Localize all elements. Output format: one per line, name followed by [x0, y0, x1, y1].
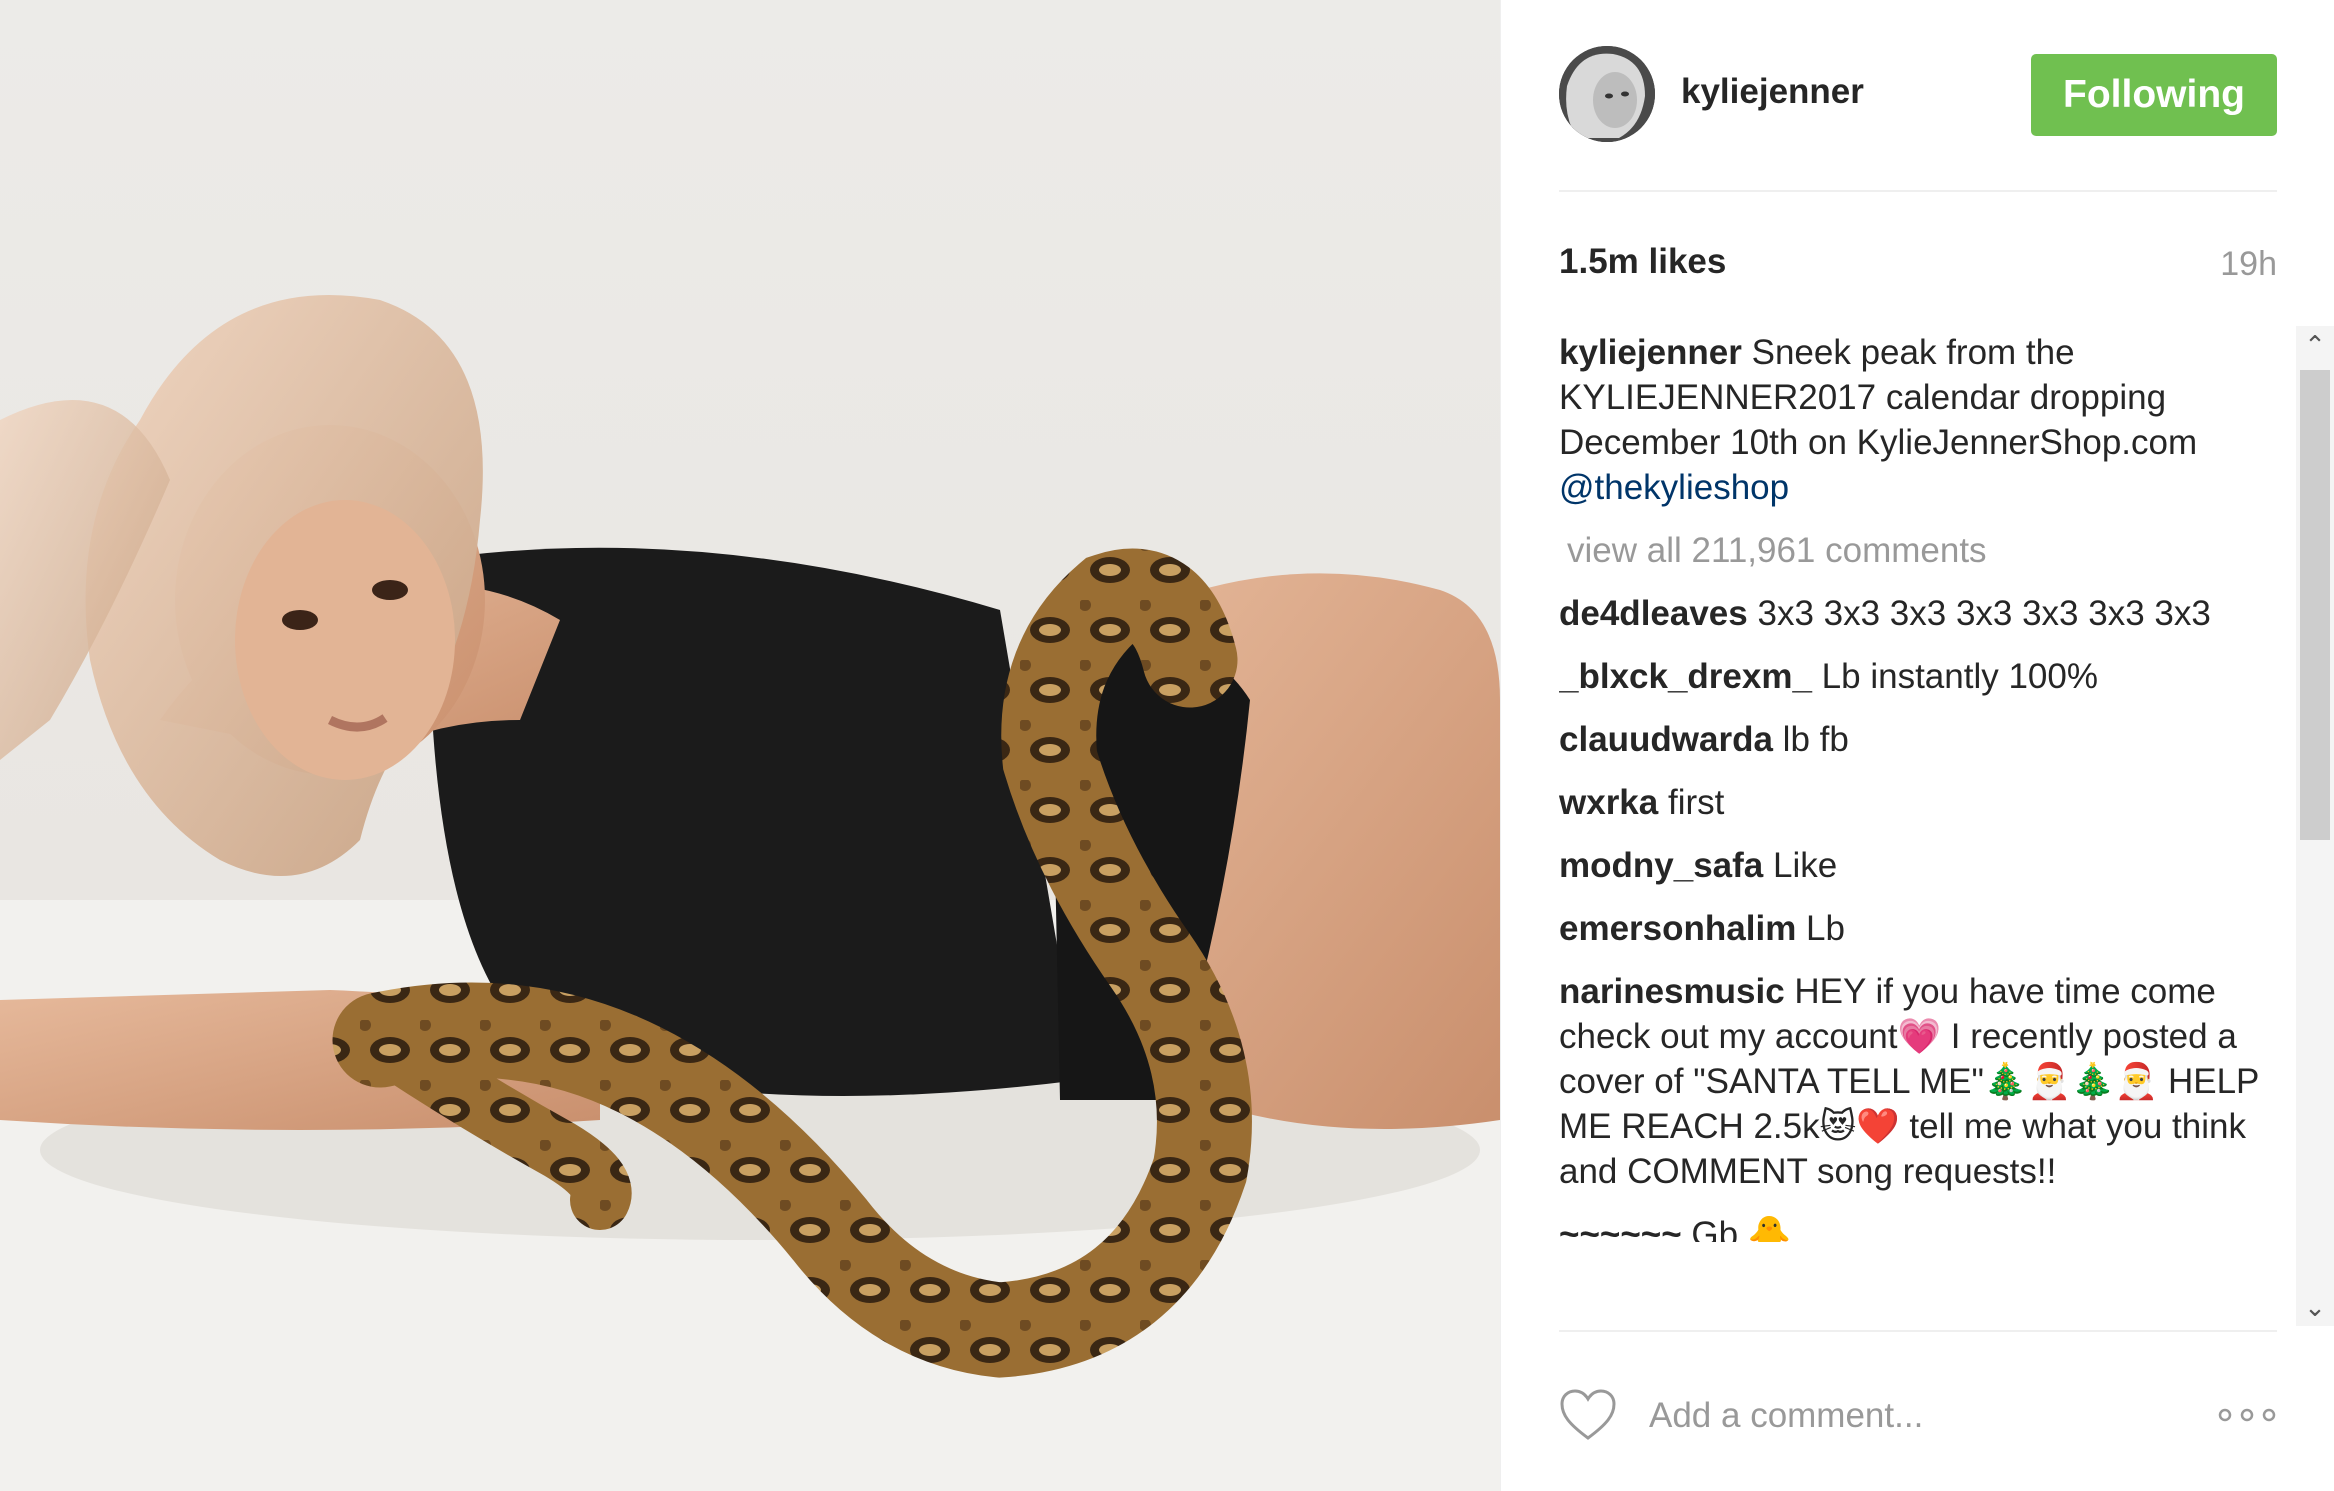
comment-text: lb fb: [1772, 720, 1849, 759]
chevron-down-icon[interactable]: ⌄: [2296, 1288, 2334, 1326]
comment-text: Lb instantly 100%: [1811, 657, 2098, 696]
comment-item: narinesmusic HEY if you have time come c…: [1559, 969, 2277, 1194]
comment-item: de4dleaves 3x3 3x3 3x3 3x3 3x3 3x3 3x3: [1559, 591, 2277, 636]
like-count[interactable]: 1.5m likes: [1559, 242, 1726, 282]
comment-scrollbar[interactable]: ⌃ ⌄: [2296, 326, 2334, 1326]
comment-list: kyliejenner Sneek peak from the KYLIEJEN…: [1559, 330, 2277, 1326]
caption-username[interactable]: kyliejenner: [1559, 333, 1742, 372]
comment-item: _blxck_drexm_ Lb instantly 100%: [1559, 654, 2277, 699]
comment-username[interactable]: narinesmusic: [1559, 972, 1785, 1011]
comment-item: ~~~~~~ Gb 🐥: [1559, 1212, 2277, 1242]
comment-username[interactable]: wxrka: [1559, 783, 1658, 822]
view-all-comments-link[interactable]: view all 211,961 comments: [1567, 528, 2277, 573]
photo-illustration: [0, 0, 1500, 1491]
header-divider: [1559, 190, 2277, 192]
comment-username[interactable]: _blxck_drexm_: [1559, 657, 1812, 696]
caption-mention-link[interactable]: @thekylieshop: [1559, 468, 1789, 507]
comment-username[interactable]: ~~~~~~: [1559, 1215, 1682, 1242]
post-photo: [0, 0, 1500, 1491]
comment-text: Gb 🐥: [1681, 1215, 1792, 1242]
heart-outline-icon[interactable]: [1559, 1388, 1617, 1442]
comment-text: first: [1658, 783, 1725, 822]
comment-text: Like: [1763, 846, 1838, 885]
comment-text: Lb: [1796, 909, 1845, 948]
comment-username[interactable]: de4dleaves: [1559, 594, 1748, 633]
following-button[interactable]: Following: [2031, 54, 2277, 136]
post-timestamp[interactable]: 19h: [2220, 245, 2277, 284]
comment-text: 3x3 3x3 3x3 3x3 3x3 3x3 3x3: [1747, 594, 2211, 633]
caption: kyliejenner Sneek peak from the KYLIEJEN…: [1559, 330, 2277, 510]
avatar[interactable]: [1559, 46, 1655, 142]
avatar-image: [1559, 46, 1655, 142]
chevron-up-icon[interactable]: ⌃: [2296, 326, 2334, 364]
comment-item: emersonhalim Lb: [1559, 906, 2277, 951]
scrollbar-thumb[interactable]: [2300, 370, 2330, 840]
comment-item: clauudwarda lb fb: [1559, 717, 2277, 762]
post-header: kyliejenner Following: [1559, 46, 2277, 142]
comment-username[interactable]: emersonhalim: [1559, 909, 1796, 948]
comment-item: wxrka first: [1559, 780, 2277, 825]
comment-username[interactable]: clauudwarda: [1559, 720, 1773, 759]
post-info-panel: kyliejenner Following 1.5m likes 19h kyl…: [1500, 0, 2334, 1491]
add-comment-input[interactable]: [1649, 1394, 2169, 1438]
username[interactable]: kyliejenner: [1681, 72, 1864, 112]
comment-divider: [1559, 1330, 2277, 1332]
more-options-icon[interactable]: [2217, 1400, 2277, 1430]
comment-username[interactable]: modny_safa: [1559, 846, 1763, 885]
comment-item: modny_safa Like: [1559, 843, 2277, 888]
